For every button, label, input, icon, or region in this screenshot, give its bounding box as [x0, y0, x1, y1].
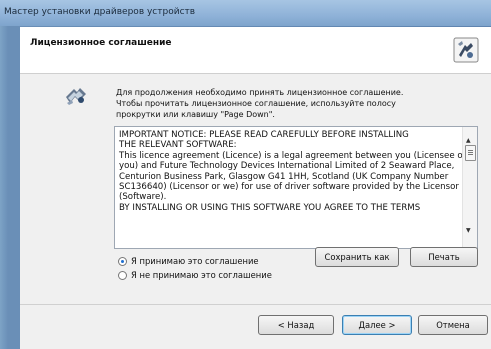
license-line: BY INSTALLING OR USING THIS SOFTWARE YOU… — [119, 202, 421, 213]
window-frame: Мастер установки драйверов устройств Лиц… — [0, 0, 491, 349]
license-scrollbar[interactable]: ▲ ▼ — [462, 127, 477, 248]
license-text-area[interactable]: IMPORTANT NOTICE: PLEASE READ CAREFULLY … — [114, 126, 478, 249]
next-button[interactable]: Далее > — [342, 315, 412, 335]
grip-line — [468, 154, 473, 155]
license-line: SC136640) (Licensor or we) for use of dr… — [119, 182, 459, 193]
save-as-button[interactable]: Сохранить как — [315, 247, 399, 267]
accept-option[interactable]: Я принимаю это соглашение — [118, 255, 259, 267]
back-button[interactable]: < Назад — [258, 315, 334, 335]
grip-line — [468, 152, 473, 153]
instruction-line: Чтобы прочитать лицензионное соглашение,… — [116, 99, 396, 108]
instruction-line: Для продолжения необходимо принять лицен… — [116, 88, 404, 97]
license-text: IMPORTANT NOTICE: PLEASE READ CAREFULLY … — [119, 130, 467, 213]
wizard-dialog: Лицензионное соглашение Для продолжения … — [20, 27, 491, 349]
accept-label[interactable]: Я принимаю это соглашение — [131, 256, 259, 266]
license-line: Centurion Business Park, Glasgow G41 1HH… — [119, 171, 449, 182]
license-line: THE RELEVANT SOFTWARE: — [119, 140, 237, 151]
install-wizard-icon — [66, 88, 86, 105]
page-title: Лицензионное соглашение — [30, 38, 172, 48]
wizard-header: Лицензионное соглашение — [20, 27, 491, 74]
separator — [20, 304, 491, 305]
license-line: (Software). — [119, 192, 167, 203]
device-wizard-icon — [453, 37, 479, 63]
license-line: you) and Future Technology Devices Inter… — [119, 161, 455, 172]
window-title: Мастер установки драйверов устройств — [4, 7, 196, 17]
print-button[interactable]: Печать — [410, 247, 478, 267]
decline-radio[interactable] — [118, 270, 127, 280]
cancel-button[interactable]: Отмена — [418, 315, 488, 335]
title-bar[interactable]: Мастер установки драйверов устройств — [0, 0, 491, 26]
scroll-up-icon[interactable]: ▲ — [466, 137, 471, 144]
decline-label[interactable]: Я не принимаю это соглашение — [131, 270, 272, 280]
scroll-thumb[interactable] — [465, 145, 476, 161]
license-line: IMPORTANT NOTICE: PLEASE READ CAREFULLY … — [119, 130, 409, 140]
accept-radio[interactable] — [118, 256, 127, 266]
decline-option[interactable]: Я не принимаю это соглашение — [118, 269, 272, 281]
instructions-text: Для продолжения необходимо принять лицен… — [116, 87, 476, 120]
grip-line — [468, 150, 473, 151]
scroll-down-icon[interactable]: ▼ — [466, 227, 471, 234]
instruction-line: прокрутки или клавишу "Page Down". — [116, 110, 275, 119]
license-line: This licence agreement (Licence) is a le… — [119, 150, 467, 161]
